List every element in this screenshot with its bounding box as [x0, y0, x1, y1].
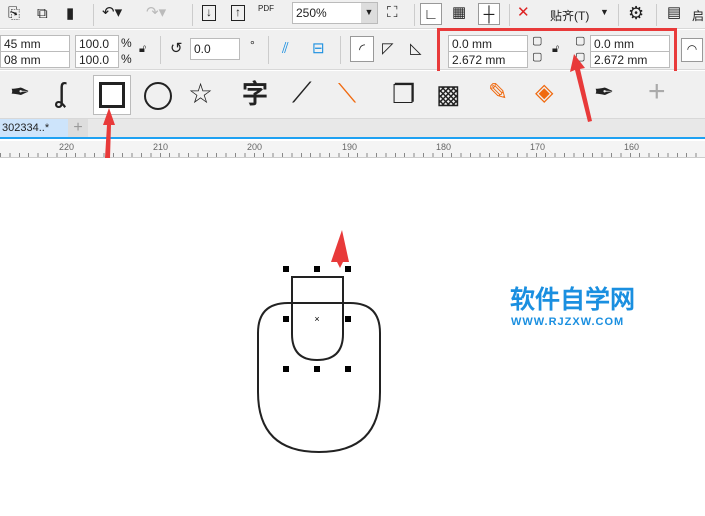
outer-shape[interactable]: [257, 302, 381, 454]
red-arrows: [103, 54, 592, 268]
watermark-title: 软件自学网: [510, 285, 635, 314]
watermark-url: WWW.RJZXW.COM: [511, 316, 624, 328]
drawing-canvas[interactable]: × 软件自学网 WWW.RJZXW.COM: [0, 0, 705, 516]
center-marker-icon: ×: [314, 314, 319, 324]
